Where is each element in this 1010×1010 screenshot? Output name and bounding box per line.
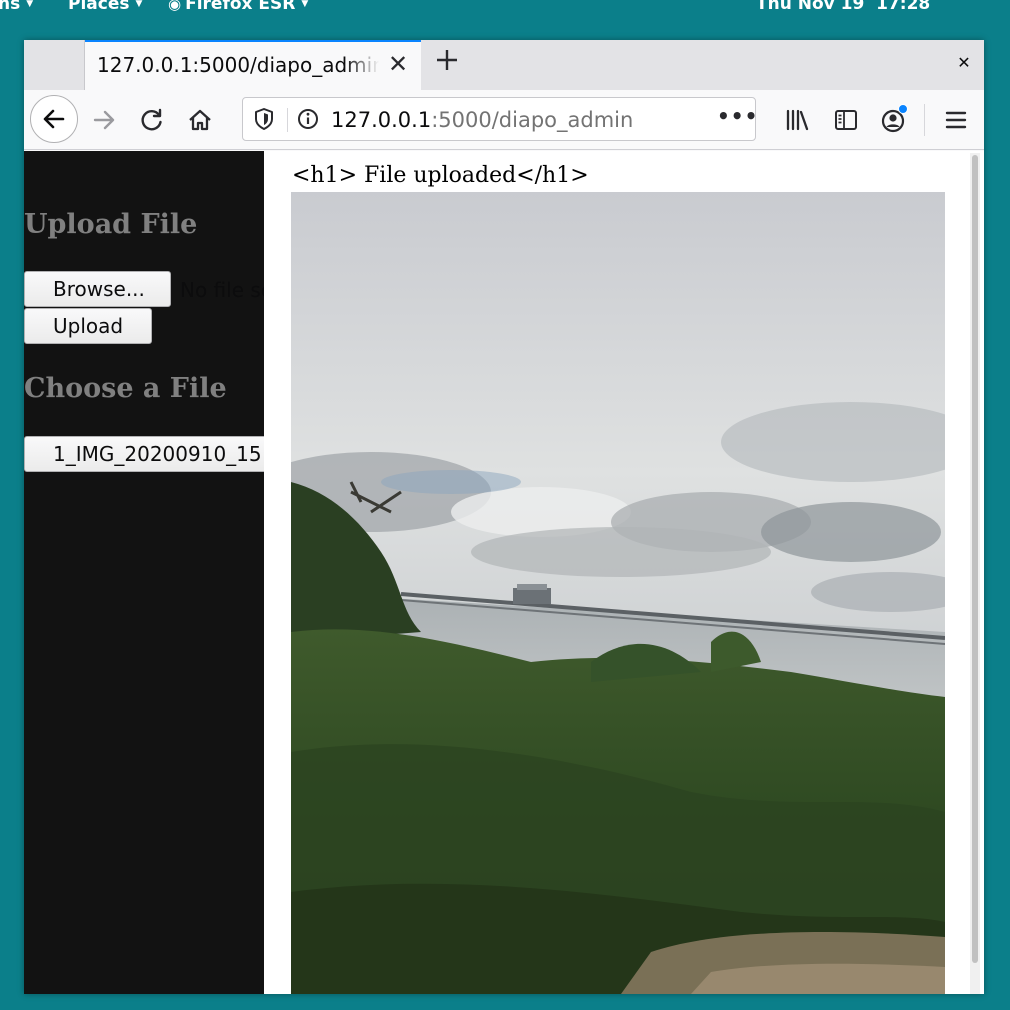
- activities-label: ns: [0, 0, 21, 14]
- caret-down-icon: ▼: [26, 0, 34, 9]
- url-separator: [287, 108, 288, 132]
- url-host: 127.0.0.1: [331, 108, 432, 132]
- scrollbar-thumb[interactable]: [972, 155, 978, 963]
- sidebar-icon: [835, 110, 857, 130]
- caret-down-icon: ▼: [301, 0, 309, 9]
- clock[interactable]: Thu Nov 19 17:28: [756, 0, 930, 14]
- reload-icon: [141, 108, 162, 131]
- menu-button[interactable]: [938, 102, 974, 138]
- app-menu[interactable]: ◉ Firefox ESR ▼: [168, 0, 308, 14]
- tab-close-icon[interactable]: ✕: [385, 51, 411, 77]
- url-bar[interactable]: 127.0.0.1:5000/diapo_admin •••: [242, 97, 757, 141]
- reload-button[interactable]: [134, 102, 170, 138]
- account-button[interactable]: [876, 102, 912, 138]
- library-icon: [786, 109, 809, 131]
- site-info-icon[interactable]: [295, 106, 321, 136]
- upload-file-heading: Upload File: [24, 209, 198, 240]
- home-icon: [189, 109, 211, 131]
- new-tab-button[interactable]: [430, 47, 464, 81]
- page-scrollbar[interactable]: [970, 153, 980, 994]
- activities-menu[interactable]: ns ▼: [0, 0, 33, 14]
- arrow-left-icon: [43, 109, 65, 129]
- caret-down-icon: ▼: [135, 0, 143, 9]
- tab-title: 127.0.0.1:5000/diapo_admin: [97, 53, 379, 77]
- beach-pier-photo: [291, 192, 945, 994]
- library-button[interactable]: [780, 102, 816, 138]
- app-menu-label: Firefox ESR: [185, 0, 296, 14]
- main-content: <h1> File uploaded</h1>: [264, 151, 984, 994]
- upload-status-title: <h1> File uploaded</h1>: [292, 163, 589, 188]
- browser-window: 127.0.0.1:5000/diapo_admin ✕ ✕ 127.0.0.1…: [24, 40, 984, 994]
- page-viewport: Upload File Browse... No file selected. …: [24, 151, 984, 994]
- home-button[interactable]: [182, 102, 218, 138]
- hamburger-menu-icon: [945, 111, 967, 129]
- clock-label: Thu Nov 19 17:28: [756, 0, 931, 14]
- no-file-selected-text: No file selected.: [180, 278, 264, 302]
- uploaded-photo: [291, 192, 945, 994]
- notification-badge: [898, 104, 908, 114]
- file-option-button[interactable]: 1_IMG_20200910_15: [24, 436, 264, 472]
- choose-file-heading: Choose a File: [24, 373, 227, 404]
- tab-diapo-admin[interactable]: 127.0.0.1:5000/diapo_admin ✕: [85, 40, 421, 90]
- tracking-protection-icon[interactable]: [251, 106, 277, 136]
- upload-button[interactable]: Upload: [24, 308, 152, 344]
- tab-strip: 127.0.0.1:5000/diapo_admin ✕ ✕: [24, 40, 984, 90]
- tab-strip-spacer: [24, 40, 85, 90]
- url-path: :5000/diapo_admin: [431, 108, 634, 132]
- gnome-top-bar: ns ▼ Places ▼ ◉ Firefox ESR ▼ Thu Nov 19…: [0, 0, 1010, 22]
- sidebar-toggle-button[interactable]: [828, 102, 864, 138]
- browse-button[interactable]: Browse...: [24, 271, 171, 307]
- navigation-toolbar: 127.0.0.1:5000/diapo_admin •••: [24, 90, 984, 150]
- url-text[interactable]: 127.0.0.1:5000/diapo_admin: [331, 108, 633, 132]
- places-menu[interactable]: Places ▼: [68, 0, 142, 14]
- page-actions-menu-icon[interactable]: •••: [717, 104, 757, 134]
- firefox-app-icon: ◉: [168, 0, 182, 13]
- plus-icon: [437, 50, 457, 70]
- places-label: Places: [68, 0, 130, 14]
- arrow-right-icon: [93, 110, 115, 130]
- admin-sidebar: Upload File Browse... No file selected. …: [24, 151, 264, 994]
- back-button[interactable]: [30, 95, 78, 143]
- toolbar-separator: [924, 104, 925, 136]
- forward-button[interactable]: [86, 102, 122, 138]
- window-close-button[interactable]: ✕: [954, 53, 974, 73]
